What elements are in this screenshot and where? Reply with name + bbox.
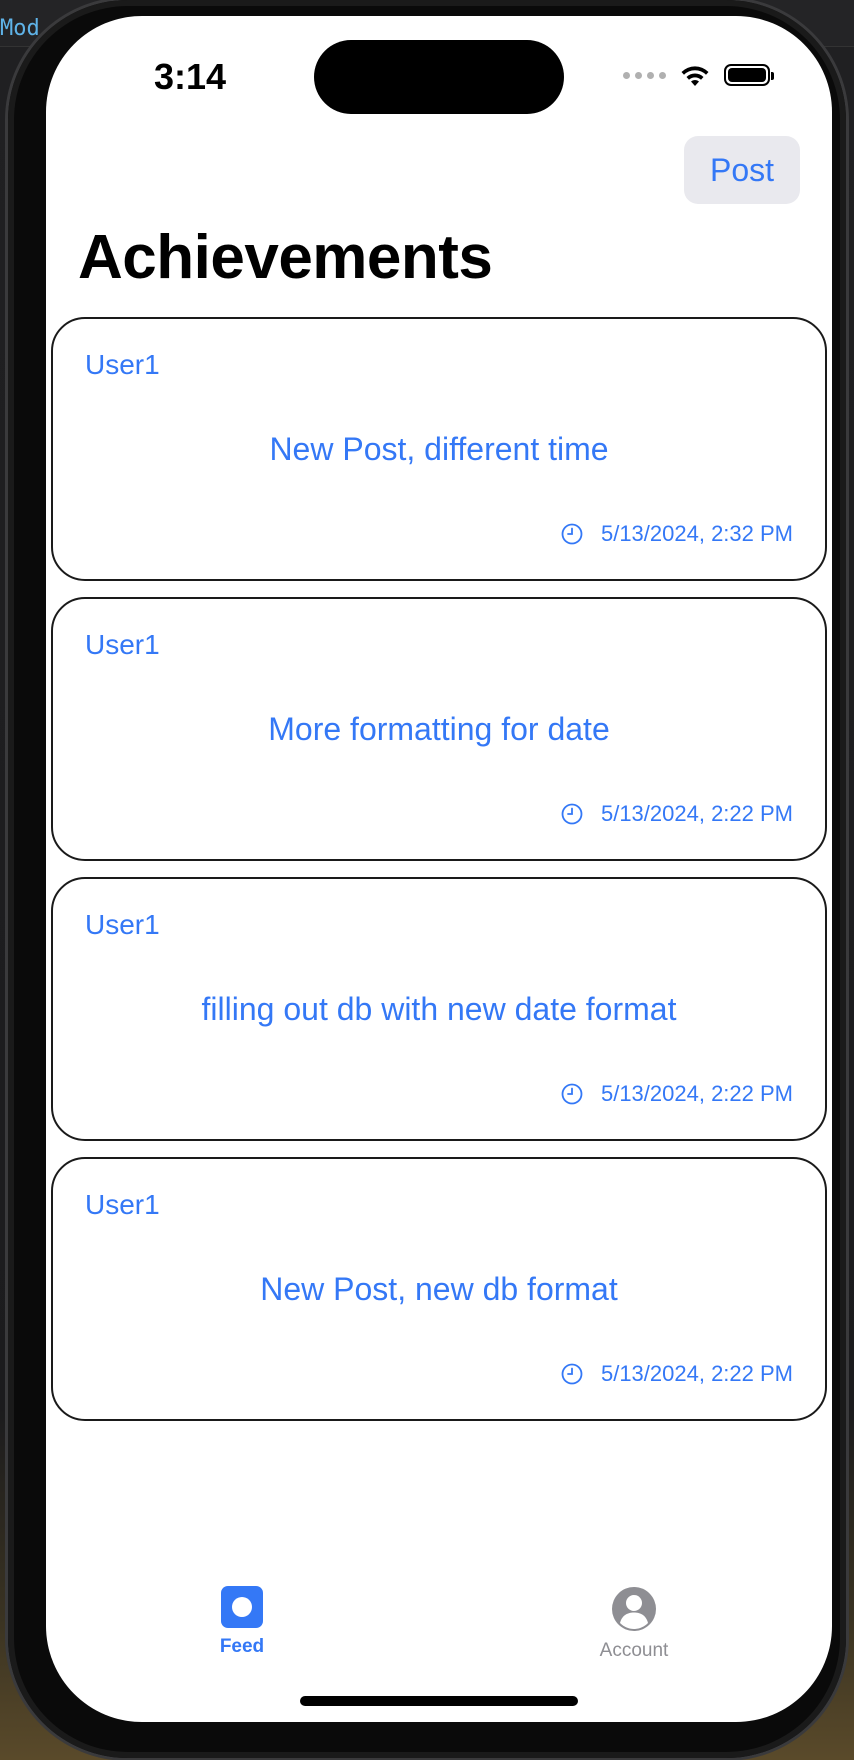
post-button[interactable]: Post — [684, 136, 800, 204]
tab-account[interactable]: Account — [554, 1586, 714, 1662]
post-card[interactable]: User1 New Post, new db format 5/13/2024,… — [51, 1157, 827, 1421]
post-timestamp-text: 5/13/2024, 2:32 PM — [600, 521, 793, 546]
post-timestamp: 5/13/2024, 2:22 PM — [561, 1361, 793, 1387]
tab-bar: Feed Account — [46, 1556, 832, 1666]
post-timestamp-text: 5/13/2024, 2:22 PM — [600, 1361, 793, 1386]
post-text: More formatting for date — [268, 711, 610, 747]
page-title: Achievements — [78, 223, 493, 292]
post-text: New Post, new db format — [260, 1271, 618, 1307]
cellular-signal-icon — [623, 71, 666, 79]
post-timestamp: 5/13/2024, 2:22 PM — [561, 801, 793, 827]
feed-icon — [221, 1586, 263, 1628]
post-card[interactable]: User1 filling out db with new date forma… — [51, 877, 827, 1141]
home-indicator — [300, 1696, 578, 1706]
post-username: User1 — [85, 629, 160, 660]
post-timestamp-text: 5/13/2024, 2:22 PM — [600, 1081, 793, 1106]
post-text: filling out db with new date format — [201, 991, 677, 1027]
clock-icon — [561, 803, 583, 825]
tab-feed-label: Feed — [219, 1636, 265, 1657]
dynamic-island — [314, 40, 564, 114]
editor-tab-label[interactable]: Mod — [0, 16, 40, 41]
post-timestamp-text: 5/13/2024, 2:22 PM — [600, 801, 793, 826]
post-username: User1 — [85, 1189, 160, 1220]
tab-feed[interactable]: Feed — [162, 1586, 322, 1658]
post-card[interactable]: User1 More formatting for date 5/13/2024… — [51, 597, 827, 861]
app-screen: 3:14 Post Achievements User1 New Post, d… — [46, 16, 832, 1722]
status-time: 3:14 — [154, 56, 227, 97]
post-timestamp: 5/13/2024, 2:22 PM — [561, 1081, 793, 1107]
phone-frame: 3:14 Post Achievements User1 New Post, d… — [8, 0, 846, 1758]
clock-icon — [561, 1363, 583, 1385]
person-circle-icon — [612, 1587, 656, 1631]
post-username: User1 — [85, 909, 160, 940]
clock-icon — [561, 1083, 583, 1105]
post-card[interactable]: User1 New Post, different time 5/13/2024… — [51, 317, 827, 581]
post-username: User1 — [85, 349, 160, 380]
wifi-icon — [681, 66, 709, 86]
post-text: New Post, different time — [269, 431, 609, 467]
tab-account-label: Account — [599, 1640, 669, 1661]
post-timestamp: 5/13/2024, 2:32 PM — [561, 521, 793, 547]
clock-icon — [561, 523, 583, 545]
achievement-feed: User1 New Post, different time 5/13/2024… — [51, 317, 827, 1437]
battery-icon — [724, 64, 774, 86]
status-indicators — [623, 62, 774, 88]
